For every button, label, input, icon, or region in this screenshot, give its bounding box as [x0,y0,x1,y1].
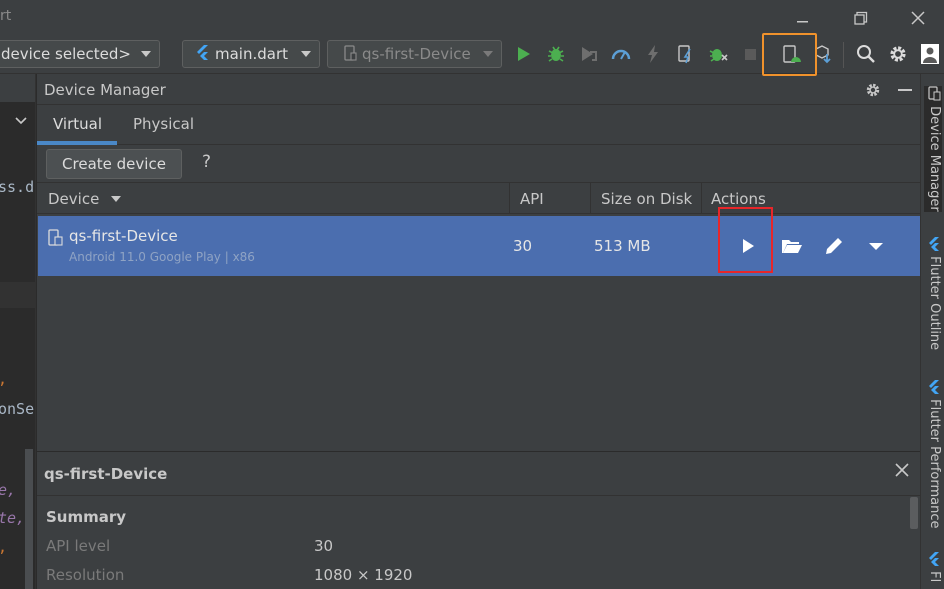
device-manager-icon [928,86,941,101]
panel-header: Device Manager [37,74,920,105]
right-tool-strip: Device Manager Flutter Outline Flutter P… [920,74,944,589]
phone-icon [48,229,63,246]
code-fragment: , [0,370,7,388]
flutter-icon [929,552,939,566]
edit-pencil-icon[interactable] [821,233,847,259]
highlight-box-device-manager [762,33,817,76]
create-device-button[interactable]: Create device [46,149,182,179]
coverage-icon[interactable] [578,43,600,65]
gear-icon[interactable] [887,43,909,65]
sidebar-item-label: Flutter Performance [927,399,942,529]
details-scrollbar[interactable] [910,497,918,529]
tab-physical[interactable]: Physical [133,115,194,133]
device-details-panel: qs-first-Device Summary API level 30 Res… [37,451,920,589]
summary-heading: Summary [46,508,127,526]
folder-open-icon[interactable] [779,233,805,259]
detail-label: API level [46,537,111,555]
device-tabs: Virtual Physical [37,105,920,145]
sidebar-item-label: Device Manager [927,106,942,212]
stop-icon[interactable] [739,43,761,65]
editor-band [0,282,35,308]
device-selector-dropdown[interactable]: device selected> [0,40,160,68]
code-fragment: te, [0,509,26,527]
search-icon[interactable] [855,43,877,65]
device-selector-label: device selected> [1,45,131,63]
column-device[interactable]: Device [48,190,122,208]
column-actions: Actions [711,190,766,208]
tab-virtual[interactable]: Virtual [53,115,102,133]
sidebar-item-device-manager[interactable]: Device Manager [924,86,942,212]
target-device-dropdown[interactable]: qs-first-Device [327,40,502,68]
detail-label: Resolution [46,566,125,584]
column-device-label: Device [48,190,100,208]
editor-tab-strip [0,74,35,102]
chevron-down-icon [15,117,27,125]
minimize-button[interactable] [790,6,814,30]
flutter-icon [929,237,939,251]
sidebar-item-label: Flutter Outline [927,256,942,351]
title-bar: rt [0,0,944,36]
close-icon[interactable] [894,462,910,478]
chevron-down-icon [141,51,151,57]
column-separator [590,183,591,214]
sort-down-icon [111,196,122,202]
column-separator [701,183,702,214]
sidebar-item-flutter-performance[interactable]: Flutter Performance [924,379,942,539]
restore-icon [854,11,868,25]
details-divider [37,495,920,496]
chevron-down-icon [301,51,311,57]
toolbar-separator [843,42,844,68]
device-table-header: Device API Size on Disk Actions [37,183,920,214]
code-fragment: , [0,538,7,556]
hot-reload-icon[interactable] [642,43,664,65]
phone-icon [344,45,357,61]
code-fragment: ss.d [0,178,35,196]
window-title: rt [0,8,12,24]
hide-panel-icon[interactable] [896,81,914,99]
detail-value: 1080 × 1920 [314,566,413,584]
close-icon [911,11,925,25]
detail-value: 30 [314,537,334,555]
attach-debugger-icon[interactable] [707,43,729,65]
device-subtitle: Android 11.0 Google Play | x86 [69,250,255,264]
target-device-label: qs-first-Device [362,45,471,63]
device-name: qs-first-Device [69,227,178,245]
code-fragment: onSe [0,400,35,418]
column-separator [509,183,510,214]
debug-icon[interactable] [545,43,567,65]
column-size[interactable]: Size on Disk [601,190,692,208]
editor-gutter-strip: ss.d , onSe e, te, , [0,74,36,589]
restore-button[interactable] [848,6,872,30]
table-row[interactable]: qs-first-Device Android 11.0 Google Play… [38,216,920,276]
device-api: 30 [513,237,533,255]
code-fragment: e, [0,481,17,499]
hot-restart-icon[interactable] [674,43,696,65]
device-size: 513 MB [594,237,651,255]
profiler-icon[interactable] [610,43,632,65]
more-dropdown-icon[interactable] [863,233,889,259]
panel-title: Device Manager [44,81,166,99]
device-manager-panel: Device Manager Virtual Physical Create d… [37,74,920,589]
flutter-icon [929,380,939,394]
run-config-dropdown[interactable]: main.dart [182,40,320,68]
editor-scrollbar[interactable] [25,449,33,589]
sidebar-item-label: Fl [927,571,942,583]
column-api[interactable]: API [520,190,544,208]
chevron-down-icon [483,51,493,57]
sidebar-item-flutter-outline[interactable]: Flutter Outline [924,236,942,361]
sidebar-item-flutter[interactable]: Fl [924,551,942,589]
gear-icon[interactable] [864,81,882,99]
device-actions-bar: Create device ? [37,145,920,183]
avatar-icon[interactable] [920,43,940,65]
minimize-icon [797,21,808,23]
details-title: qs-first-Device [44,465,168,483]
close-window-button[interactable] [906,6,930,30]
flutter-icon [197,45,208,60]
highlight-box-launch [718,207,773,273]
run-config-label: main.dart [215,45,289,63]
help-icon[interactable]: ? [202,152,211,172]
run-icon[interactable] [512,43,534,65]
